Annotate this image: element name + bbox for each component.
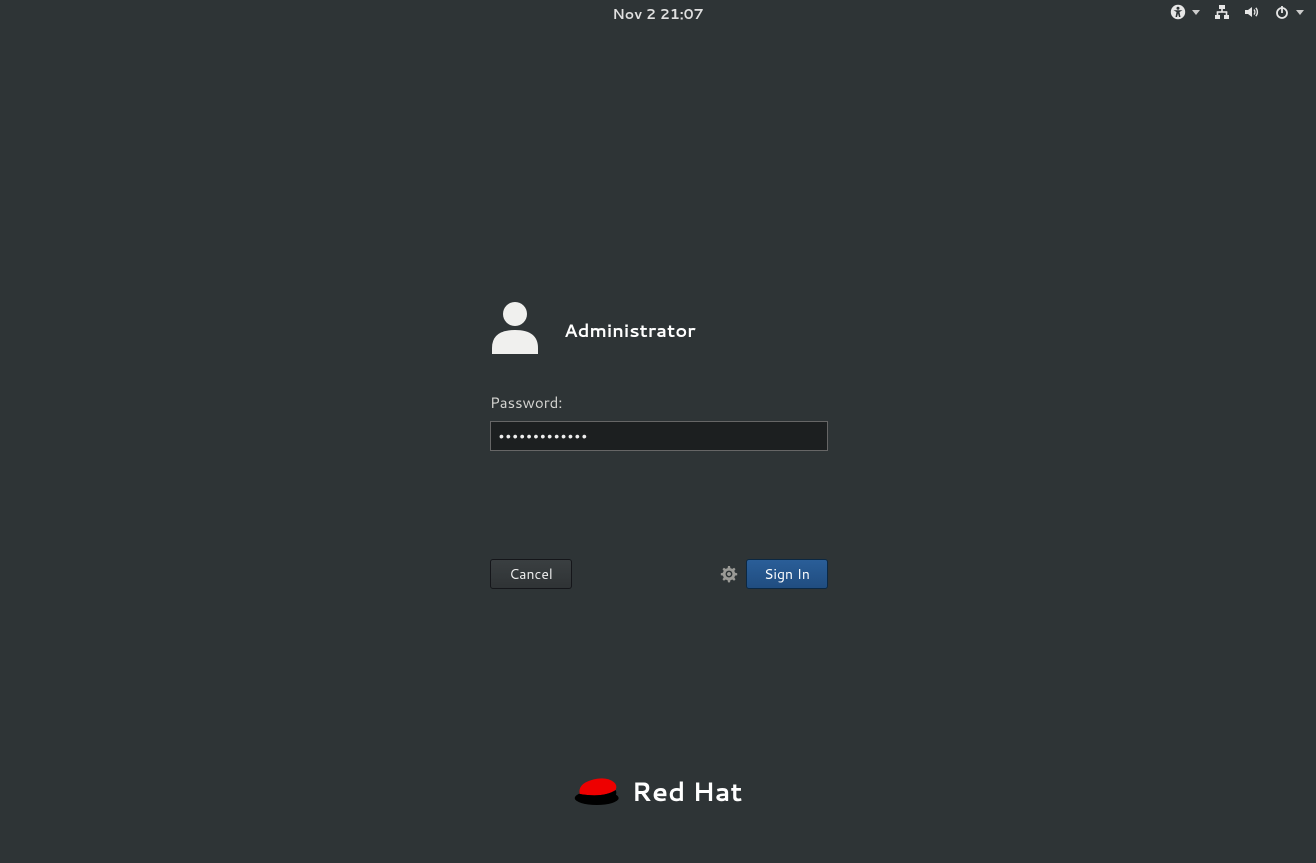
chevron-down-icon (1192, 10, 1200, 15)
cancel-button[interactable]: Cancel (490, 559, 572, 589)
user-avatar-icon (490, 300, 540, 360)
power-icon (1274, 4, 1290, 20)
selected-user: Administrator (490, 300, 828, 360)
signin-group: Sign In (720, 559, 828, 589)
clock[interactable]: Nov 2 21:07 (612, 4, 703, 24)
chevron-down-icon (1296, 10, 1304, 15)
clock-text: Nov 2 21:07 (612, 4, 703, 24)
password-input[interactable] (490, 421, 828, 451)
network-wired-icon (1214, 4, 1230, 20)
volume-icon (1244, 4, 1260, 20)
brand-name: Red Hat (632, 774, 743, 810)
power-menu[interactable] (1274, 4, 1304, 20)
redhat-fedora-icon (574, 772, 620, 812)
action-row: Cancel Sign In (490, 559, 828, 589)
accessibility-menu[interactable] (1170, 4, 1200, 20)
username-label: Administrator (564, 317, 696, 343)
volume-indicator[interactable] (1244, 4, 1260, 20)
accessibility-icon (1170, 4, 1186, 20)
login-form: Administrator Password: Cancel Sign In (490, 300, 828, 589)
signin-button[interactable]: Sign In (746, 559, 828, 589)
network-indicator[interactable] (1214, 4, 1230, 20)
status-area (1170, 4, 1304, 20)
top-panel: Nov 2 21:07 (0, 0, 1316, 28)
gear-icon (720, 565, 738, 583)
password-label: Password: (490, 392, 828, 413)
distro-brand: Red Hat (574, 772, 743, 812)
session-options-button[interactable] (720, 565, 738, 583)
